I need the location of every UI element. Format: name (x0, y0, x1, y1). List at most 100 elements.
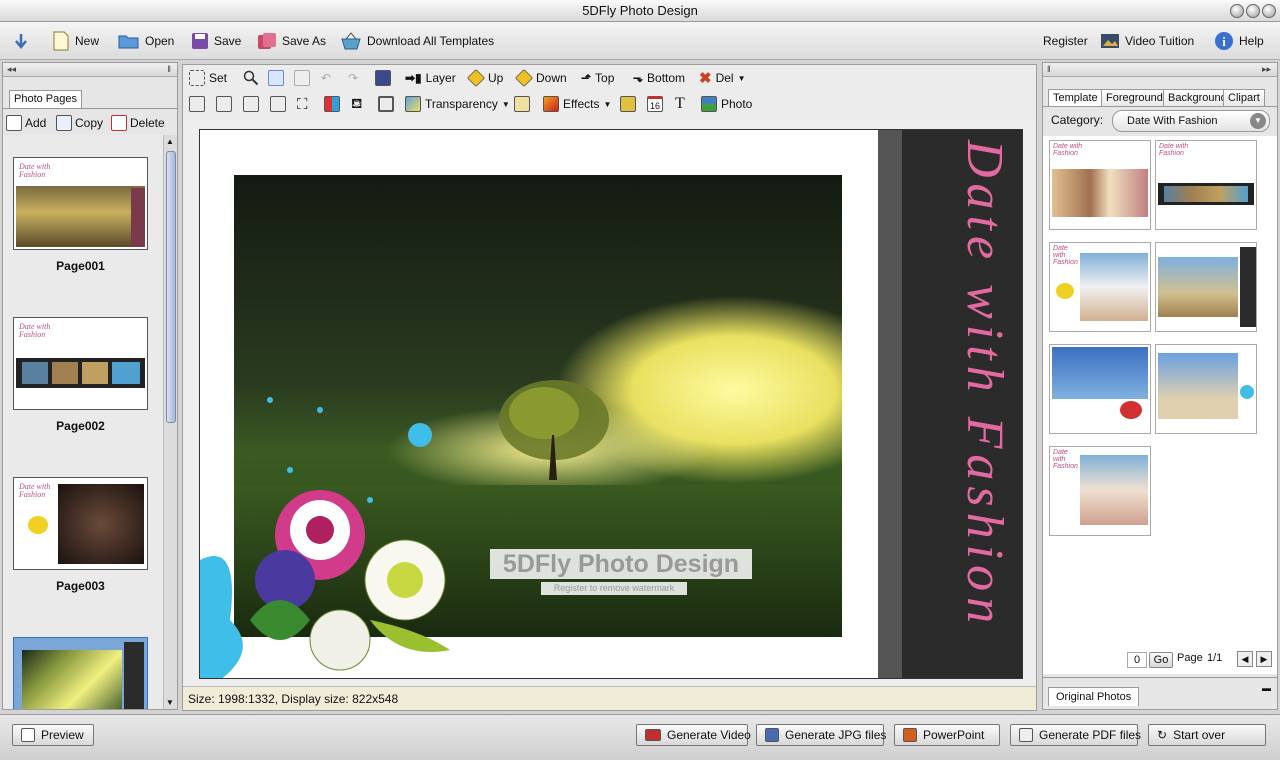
top-button[interactable]: ⬏ Top (581, 68, 614, 88)
generate-pdf-label: Generate PDF files (1039, 728, 1142, 742)
restart-icon: ↻ (1157, 728, 1168, 742)
preview-label: Preview (41, 728, 84, 742)
start-over-button[interactable]: ↻ Start over (1148, 724, 1266, 746)
category-select[interactable]: Date With Fashion ▼ (1112, 110, 1270, 132)
chevron-down-icon[interactable]: ▼ (1250, 113, 1266, 129)
photo-pages-panel: ◂◂ ‖ Photo Pages Add Copy Delete Date wit… (2, 62, 178, 710)
save-button[interactable]: Save (191, 30, 241, 52)
copy-icon (56, 115, 72, 131)
effects-button[interactable]: Effects ▼ (543, 94, 611, 114)
folder-icon (118, 35, 139, 49)
powerpoint-label: PowerPoint (923, 728, 985, 742)
open-button[interactable]: Open (118, 30, 174, 52)
prev-page-button[interactable]: ◀ (1237, 651, 1253, 667)
tab-foreground[interactable]: Foreground (1101, 89, 1168, 106)
collapse-icon[interactable]: ▬ (1262, 683, 1271, 693)
video-tuition-button[interactable]: Video Tuition (1100, 30, 1194, 52)
preview-icon (21, 728, 35, 742)
next-page-button[interactable]: ▶ (1256, 651, 1272, 667)
tab-photo-pages[interactable]: Photo Pages (9, 90, 82, 108)
mask-button[interactable] (620, 94, 636, 114)
color-button[interactable] (324, 94, 340, 114)
powerpoint-button[interactable]: PowerPoint (894, 724, 1000, 746)
redo-button[interactable]: ↷ (348, 68, 358, 88)
copy-page-button[interactable]: Copy (56, 112, 103, 134)
template-thumb-4[interactable] (1155, 242, 1257, 332)
template-thumb-1[interactable]: Date with Fashion (1049, 140, 1151, 230)
register-link[interactable]: Register (1043, 30, 1088, 52)
shadow-button[interactable] (514, 94, 530, 114)
transparency-button[interactable]: Transparency ▼ (405, 94, 510, 114)
watermark: 5DFly Photo Design (490, 549, 752, 579)
page-thumb-3[interactable]: Date with Fashion (13, 477, 148, 570)
copy-label: Copy (75, 116, 104, 130)
down-button[interactable]: Down (514, 68, 567, 88)
tab-template[interactable]: Template (1048, 89, 1103, 107)
template-thumb-6[interactable] (1155, 344, 1257, 434)
panel-grip[interactable]: ‖ ▸▸ (1043, 63, 1277, 77)
layer-button[interactable]: ➡▮ Layer (405, 68, 456, 88)
flip-horizontal-button[interactable] (243, 94, 259, 114)
page-thumb-4[interactable] (13, 637, 148, 709)
page-thumb-1[interactable]: Date with Fashion (13, 157, 148, 250)
crop-button[interactable]: ⛶ (297, 94, 308, 114)
minimize-button[interactable] (1230, 4, 1244, 18)
scroll-down-icon[interactable]: ▼ (166, 698, 174, 707)
page-thumb-2[interactable]: Date with Fashion (13, 317, 148, 410)
undo-button[interactable]: ↶ (321, 68, 331, 88)
template-thumb-7[interactable]: Date with Fashion (1049, 446, 1151, 536)
up-button[interactable]: Up (466, 68, 504, 88)
template-thumb-5[interactable] (1049, 344, 1151, 434)
template-thumb-2[interactable]: Date with Fashion (1155, 140, 1257, 230)
rotate-right-button[interactable] (216, 94, 232, 114)
photo-button[interactable]: Photo (701, 94, 752, 114)
flip-vertical-button[interactable] (270, 94, 286, 114)
scroll-up-icon[interactable]: ▲ (166, 137, 174, 146)
del-label: Del (715, 71, 734, 85)
import-arrow-button[interactable] (12, 30, 30, 52)
paste-tool-button[interactable] (294, 68, 310, 88)
border-button[interactable] (378, 94, 394, 114)
generate-pdf-button[interactable]: Generate PDF files (1010, 724, 1142, 746)
save-tool-button[interactable] (375, 68, 391, 88)
template-thumb-3[interactable]: Date with Fashion (1049, 242, 1151, 332)
scroll-thumb[interactable] (166, 151, 176, 423)
up-label: Up (488, 71, 504, 85)
maximize-button[interactable] (1246, 4, 1260, 18)
top-label: Top (595, 71, 615, 85)
text-tool-button[interactable]: T (675, 94, 685, 114)
tab-background[interactable]: Background (1163, 89, 1232, 106)
tab-clipart[interactable]: Clipart (1223, 89, 1265, 106)
top-icon: ⬏ (581, 71, 592, 85)
copy-tool-button[interactable] (268, 68, 284, 88)
fill-button[interactable]: ⛾ (351, 94, 362, 114)
rotate-left-button[interactable] (189, 94, 205, 114)
save-as-button[interactable]: Save As (257, 30, 326, 52)
page-input[interactable]: 0 (1127, 652, 1147, 668)
bottom-button[interactable]: ⬎ Bottom (633, 68, 685, 88)
go-button[interactable]: Go (1149, 652, 1173, 668)
generate-video-button[interactable]: Generate Video (636, 724, 751, 746)
editor-panel: Set ↶ ↷ ➡▮ Layer Up Down ⬏ Top ⬎ Bottom … (182, 64, 1037, 711)
generate-jpg-button[interactable]: Generate JPG files (756, 724, 886, 746)
design-page[interactable]: Date with Fashion 5DFly Photo Design Reg… (199, 129, 1023, 679)
new-button[interactable]: New (52, 30, 99, 52)
page-list-scrollbar[interactable]: ▲ ▼ (163, 135, 177, 709)
zoom-button[interactable] (243, 68, 259, 88)
download-templates-button[interactable]: Download All Templates (340, 30, 494, 52)
help-label: Help (1239, 34, 1264, 48)
panel-grip[interactable]: ◂◂ ‖ (3, 63, 177, 77)
down-arrow-icon (15, 34, 27, 49)
delete-page-button[interactable]: Delete (111, 112, 165, 134)
help-button[interactable]: i Help (1214, 30, 1264, 52)
calendar-button[interactable]: 16 (647, 94, 663, 114)
set-button[interactable]: Set (189, 68, 227, 88)
down-icon (514, 68, 534, 88)
close-button[interactable] (1262, 4, 1276, 18)
add-page-button[interactable]: Add (6, 112, 46, 134)
preview-button[interactable]: Preview (12, 724, 94, 746)
video-tuition-label: Video Tuition (1125, 34, 1195, 48)
delete-element-button[interactable]: ✖ Del ▼ (699, 68, 746, 88)
bottom-icon: ⬎ (633, 71, 644, 85)
tab-original-photos[interactable]: Original Photos (1048, 687, 1140, 706)
